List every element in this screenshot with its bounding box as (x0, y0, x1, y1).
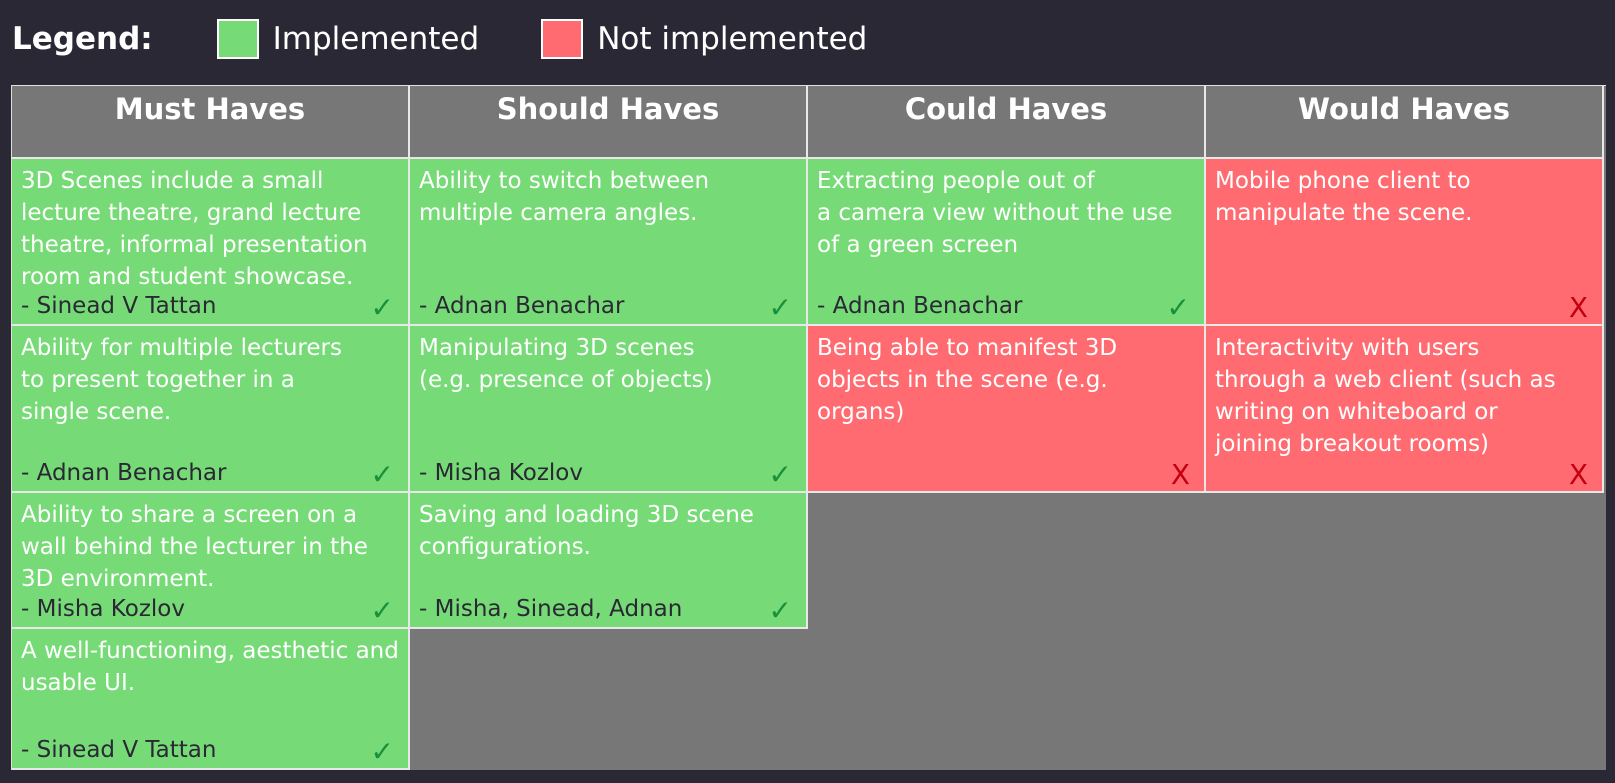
card-author: - Adnan Benachar (817, 293, 1023, 319)
card-must-3: Ability to share a screen on a wall behi… (12, 493, 410, 629)
implemented-label: Implemented (272, 21, 480, 57)
card-text: Ability for multiple lecturers to presen… (21, 335, 342, 425)
header-should-haves: Should Haves (410, 86, 808, 159)
card-should-1: Ability to switch between multiple camer… (410, 159, 808, 326)
card-author: - Adnan Benachar (419, 293, 625, 319)
card-text: 3D Scenes include a small lecture theatr… (21, 168, 368, 290)
legend-title: Legend: (12, 21, 153, 57)
card-text: Manipulating 3D scenes (e.g. presence of… (419, 335, 713, 393)
cross-icon: X (1568, 291, 1588, 324)
card-should-3: Saving and loading 3D scene configuratio… (410, 493, 808, 629)
card-author: - Sinead V Tattan (21, 737, 217, 763)
card-could-2: Being able to manifest 3D objects in the… (808, 326, 1206, 493)
checkmark-icon: ✓ (370, 735, 394, 768)
card-author: - Misha Kozlov (419, 460, 583, 486)
header-could-haves: Could Haves (808, 86, 1206, 159)
card-must-2: Ability for multiple lecturers to presen… (12, 326, 410, 493)
checkmark-icon: ✓ (370, 594, 394, 627)
card-text: Extracting people out of a camera view w… (817, 168, 1173, 258)
card-text: Being able to manifest 3D objects in the… (817, 335, 1118, 425)
legend: Legend: Implemented Not implemented (12, 8, 929, 70)
legend-not-implemented: Not implemented (541, 19, 867, 59)
card-text: Ability to switch between multiple camer… (419, 168, 710, 226)
cross-icon: X (1170, 458, 1190, 491)
checkmark-icon: ✓ (370, 458, 394, 491)
card-text: Saving and loading 3D scene configuratio… (419, 502, 754, 560)
checkmark-icon: ✓ (370, 291, 394, 324)
cross-icon: X (1568, 458, 1588, 491)
card-text: Ability to share a screen on a wall behi… (21, 502, 368, 592)
card-would-1: Mobile phone client to manipulate the sc… (1206, 159, 1604, 326)
checkmark-icon: ✓ (1166, 291, 1190, 324)
checkmark-icon: ✓ (768, 291, 792, 324)
not-implemented-swatch (541, 19, 584, 59)
card-text: Interactivity with users through a web c… (1215, 335, 1556, 457)
checkmark-icon: ✓ (768, 458, 792, 491)
card-author: - Misha Kozlov (21, 596, 185, 622)
card-would-2: Interactivity with users through a web c… (1206, 326, 1604, 493)
checkmark-icon: ✓ (768, 594, 792, 627)
header-must-haves: Must Haves (12, 86, 410, 159)
card-must-1: 3D Scenes include a small lecture theatr… (12, 159, 410, 326)
header-would-haves: Would Haves (1206, 86, 1604, 159)
card-should-2: Manipulating 3D scenes (e.g. presence of… (410, 326, 808, 493)
card-could-1: Extracting people out of a camera view w… (808, 159, 1206, 326)
card-text: Mobile phone client to manipulate the sc… (1215, 168, 1473, 226)
card-author: - Misha, Sinead, Adnan (419, 596, 683, 622)
card-text: A well-functioning, aesthetic and usable… (21, 638, 399, 696)
card-author: - Adnan Benachar (21, 460, 227, 486)
card-must-4: A well-functioning, aesthetic and usable… (12, 629, 410, 770)
moscow-table: Must Haves Should Haves Could Haves Woul… (11, 85, 1606, 770)
not-implemented-label: Not implemented (597, 21, 868, 57)
legend-implemented: Implemented (216, 19, 480, 59)
implemented-swatch (216, 19, 259, 59)
card-author: - Sinead V Tattan (21, 293, 217, 319)
